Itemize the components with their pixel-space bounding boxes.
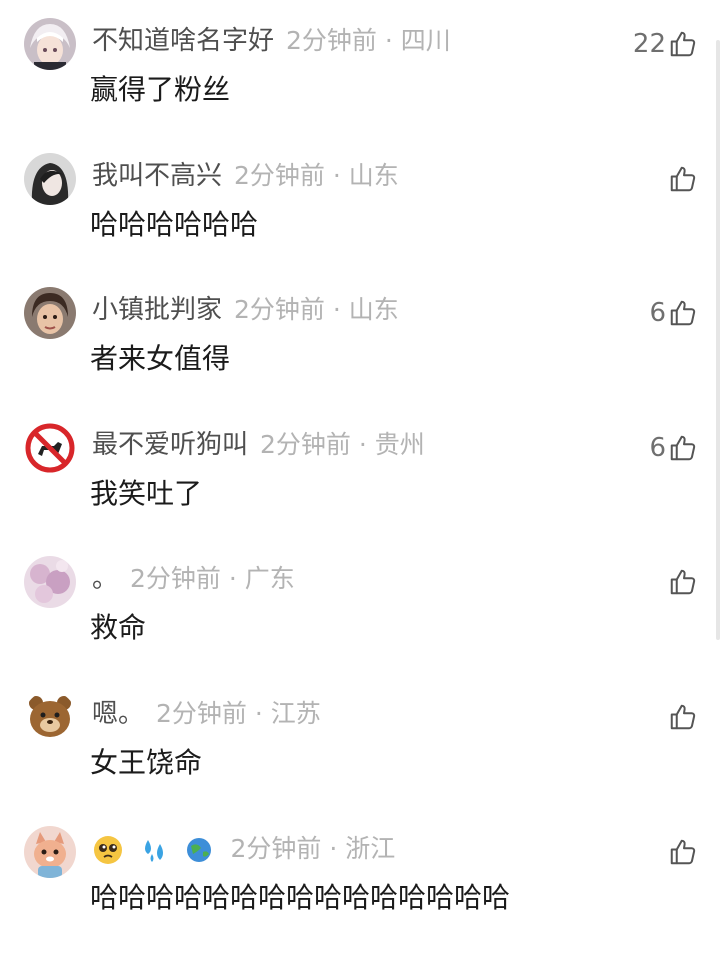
comment-meta: 我叫不高兴 2分钟前 · 山东 xyxy=(92,158,399,194)
timestamp: 2分钟前 xyxy=(260,430,351,459)
timestamp: 2分钟前 xyxy=(230,834,322,863)
location: 江苏 xyxy=(270,699,321,728)
separator: · xyxy=(358,430,367,459)
username[interactable]: 。 xyxy=(92,564,118,594)
comment-text[interactable]: 者来女值得 xyxy=(90,339,230,379)
thumbs-up-icon[interactable] xyxy=(668,702,698,732)
like-count: 6 xyxy=(649,433,666,463)
comment-meta: 最不爱听狗叫 2分钟前 · 贵州 xyxy=(92,427,425,463)
comment-text[interactable]: 女王饶命 xyxy=(90,743,202,783)
comment-item: 不知道啥名字好 2分钟前 · 四川 赢得了粉丝 22 xyxy=(0,18,710,138)
bear-avatar-icon[interactable] xyxy=(24,691,76,743)
thumbs-up-icon[interactable] xyxy=(668,837,698,867)
like-button[interactable] xyxy=(666,691,698,743)
comment-meta: 不知道啥名字好 2分钟前 · 四川 xyxy=(92,23,451,59)
separator: · xyxy=(332,295,341,324)
location: 广东 xyxy=(244,564,295,593)
time-location: 2分钟前 · 山东 xyxy=(234,161,399,190)
comment-item: 2分钟前 · 浙江 哈哈哈哈哈哈哈哈哈哈哈哈哈哈哈 xyxy=(0,826,710,946)
comment-item: 嗯。 2分钟前 · 江苏 女王饶命 xyxy=(0,691,710,811)
comment-item: 小镇批判家 2分钟前 · 山东 者来女值得 6 xyxy=(0,287,710,407)
comment-item: 我叫不高兴 2分钟前 · 山东 哈哈哈哈哈哈 xyxy=(0,153,710,273)
location: 山东 xyxy=(348,295,399,324)
comment-text[interactable]: 哈哈哈哈哈哈哈哈哈哈哈哈哈哈哈 xyxy=(90,878,510,918)
username[interactable]: 不知道啥名字好 xyxy=(92,26,274,56)
child-avatar-icon[interactable] xyxy=(24,287,76,339)
time-location: 2分钟前 · 广东 xyxy=(130,564,295,593)
separator: · xyxy=(254,699,263,728)
pleading-face-emoji xyxy=(94,836,122,864)
girl-avatar-icon[interactable] xyxy=(24,153,76,205)
sweat-droplets-emoji xyxy=(145,840,164,862)
time-location: 2分钟前 · 贵州 xyxy=(260,430,425,459)
comment-meta: 。 2分钟前 · 广东 xyxy=(92,561,295,597)
separator: · xyxy=(329,834,338,863)
like-button[interactable] xyxy=(666,826,698,878)
timestamp: 2分钟前 xyxy=(130,564,221,593)
username[interactable]: 最不爱听狗叫 xyxy=(92,430,248,460)
like-button[interactable]: 6 xyxy=(649,422,698,474)
location: 山东 xyxy=(348,161,399,190)
thumbs-up-icon[interactable] xyxy=(668,164,698,194)
no-dog-sign-avatar-icon[interactable] xyxy=(24,422,76,474)
timestamp: 2分钟前 xyxy=(234,295,325,324)
like-count: 6 xyxy=(649,298,666,328)
timestamp: 2分钟前 xyxy=(286,26,377,55)
time-location: 2分钟前 · 四川 xyxy=(286,26,451,55)
comment-text[interactable]: 救命 xyxy=(90,608,146,648)
anime-avatar-icon[interactable] xyxy=(24,18,76,70)
separator: · xyxy=(332,161,341,190)
comment-list: 不知道啥名字好 2分钟前 · 四川 赢得了粉丝 22 我叫不高兴 2分钟前 · 山东… xyxy=(0,0,720,953)
username[interactable]: 小镇批判家 xyxy=(92,295,222,325)
comment-meta: 2分钟前 · 浙江 xyxy=(92,831,395,867)
username-emojis[interactable] xyxy=(92,832,219,868)
time-location: 2分钟前 · 山东 xyxy=(234,295,399,324)
separator: · xyxy=(228,564,237,593)
comment-text[interactable]: 赢得了粉丝 xyxy=(90,70,230,110)
comment-meta: 小镇批判家 2分钟前 · 山东 xyxy=(92,292,399,328)
like-button[interactable] xyxy=(666,556,698,608)
like-button[interactable] xyxy=(666,153,698,205)
scrollbar[interactable] xyxy=(716,40,720,640)
timestamp: 2分钟前 xyxy=(156,699,247,728)
comment-text[interactable]: 哈哈哈哈哈哈 xyxy=(90,205,258,245)
globe-emoji xyxy=(186,838,211,862)
comment-item: 。 2分钟前 · 广东 救命 xyxy=(0,556,710,676)
comment-meta: 嗯。 2分钟前 · 江苏 xyxy=(92,696,321,732)
time-location: 2分钟前 · 江苏 xyxy=(156,699,321,728)
like-button[interactable]: 6 xyxy=(649,287,698,339)
location: 四川 xyxy=(400,26,451,55)
thumbs-up-icon[interactable] xyxy=(668,29,698,59)
username[interactable]: 我叫不高兴 xyxy=(92,161,222,191)
thumbs-up-icon[interactable] xyxy=(668,298,698,328)
flower-avatar-icon[interactable] xyxy=(24,556,76,608)
time-location: 2分钟前 · 浙江 xyxy=(231,834,396,863)
thumbs-up-icon[interactable] xyxy=(668,567,698,597)
location: 贵州 xyxy=(374,430,425,459)
comment-text[interactable]: 我笑吐了 xyxy=(90,474,202,514)
comment-item: 最不爱听狗叫 2分钟前 · 贵州 我笑吐了 6 xyxy=(0,422,710,542)
thumbs-up-icon[interactable] xyxy=(668,433,698,463)
like-button[interactable]: 22 xyxy=(633,18,698,70)
cat-avatar-icon[interactable] xyxy=(24,826,76,878)
location: 浙江 xyxy=(345,834,396,863)
username[interactable]: 嗯。 xyxy=(92,699,144,729)
like-count: 22 xyxy=(632,29,666,59)
separator: · xyxy=(384,26,393,55)
timestamp: 2分钟前 xyxy=(234,161,325,190)
